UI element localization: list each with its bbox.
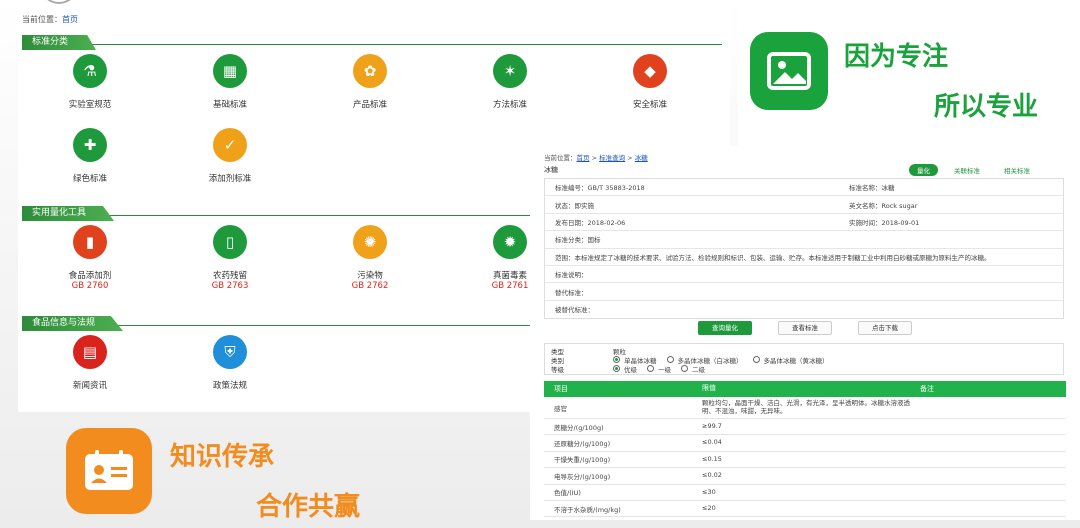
tab-linked-standards[interactable]: 关联标准 xyxy=(946,164,988,176)
tab-quantify[interactable]: 量化 xyxy=(909,164,938,176)
grade-radio-first[interactable]: 一级 xyxy=(647,364,671,374)
bottle-icon: ▮ xyxy=(73,225,107,259)
category-radio-yellow[interactable]: 多晶体冰糖（黄冰糖） xyxy=(752,355,829,365)
tool-item-pesticide[interactable]: ▯ 农药残留 GB 2763 xyxy=(170,225,290,291)
category-item-product[interactable]: ✿ 产品标准 xyxy=(310,54,430,110)
id-card-icon xyxy=(66,428,152,514)
category-item-safety[interactable]: ◆ 安全标准 xyxy=(590,54,710,110)
table-row: 干燥失重/(g/100g) ≤0.15 xyxy=(544,452,1066,469)
standard-scope: 本标准规定了冰糖的技术要求、试验方法、检验规则和标识、包装、运输、贮存。本标准适… xyxy=(574,253,991,262)
product-icon: ✿ xyxy=(353,54,387,88)
table-row: 不溶于水杂质/(mg/kg) ≤20 xyxy=(544,501,1066,518)
publish-date: 2018-02-06 xyxy=(587,218,626,227)
implement-date: 2018-09-01 xyxy=(881,218,920,227)
flask-icon: ⚗ xyxy=(73,54,107,88)
promo-slogan-2: 所以专业 xyxy=(934,92,1039,122)
logo-fragment xyxy=(40,0,78,4)
breadcrumb-current[interactable]: 冰糖 xyxy=(635,154,648,162)
category-item-green[interactable]: ✚ 绿色标准 xyxy=(30,128,150,184)
info-row: 标准分类： 国标 xyxy=(545,231,1063,249)
standard-name: 冰糖 xyxy=(881,184,895,193)
tool-item-pollutant[interactable]: ✺ 污染物 GB 2762 xyxy=(310,225,430,291)
table-header: 项目 限值 备注 xyxy=(544,381,1066,397)
tool-item-additive[interactable]: ▮ 食品添加剂 GB 2760 xyxy=(30,225,150,291)
standard-detail-panel: 当前位置：首页 > 标准查询 > 冰糖 冰糖 量化 关联标准 相关标准 标准编号… xyxy=(530,146,1080,520)
picture-icon xyxy=(750,32,828,110)
detail-title: 冰糖 xyxy=(544,166,558,174)
action-buttons: 查询量化 查看标准 点击下载 xyxy=(530,321,1080,335)
shield-icon: ◆ xyxy=(633,54,667,88)
standard-status: 即实施 xyxy=(574,201,595,210)
promo-top-right: 因为专注 所以专业 xyxy=(738,10,1080,146)
grade-radio-premium[interactable]: 优级 xyxy=(613,364,637,374)
info-row: 状态：即实施 英文名称：Rock sugar xyxy=(545,196,1063,214)
breadcrumb-search[interactable]: 标准查询 xyxy=(599,154,625,162)
view-standard-button[interactable]: 查看标准 xyxy=(778,321,832,335)
promo-slogan-3: 知识传承 xyxy=(170,442,275,472)
reg-item-law[interactable]: ⛨ 政策法规 xyxy=(170,335,290,391)
table-row: 蔗糖分/(g/100g) ≥99.7 xyxy=(544,419,1066,436)
reg-item-news[interactable]: ▤ 新闻资讯 xyxy=(30,335,150,391)
table-row: 还原糖分/(g/100g) ≤0.04 xyxy=(544,435,1066,452)
info-row: 替代标准： xyxy=(545,283,1063,301)
pollutant-icon: ✺ xyxy=(353,225,387,259)
info-row: 范围： 本标准规定了冰糖的技术要求、试验方法、检验规则和标识、包装、运输、贮存。本… xyxy=(545,249,1063,266)
table-row: 感官 颗粒均匀，晶面干燥、洁白、光滑，有光泽，呈半透明体。冰糖水溶液透明、不混浊… xyxy=(544,397,1066,419)
fungus-icon: ✹ xyxy=(493,225,527,259)
english-name: Rock sugar xyxy=(881,201,918,210)
network-icon: ✶ xyxy=(493,54,527,88)
table-row: 色值/(IU) ≤30 xyxy=(544,485,1066,501)
tab-related-standards[interactable]: 相关标准 xyxy=(996,164,1038,176)
breadcrumb-home[interactable]: 首页 xyxy=(577,154,590,162)
standard-number: GB/T 35883-2018 xyxy=(587,184,645,193)
promo-slogan-4: 合作共赢 xyxy=(256,492,361,522)
spoon-icon: ✓ xyxy=(213,128,247,162)
info-row: 被替代标准： xyxy=(555,306,594,315)
category-item-method[interactable]: ✶ 方法标准 xyxy=(450,54,570,110)
detail-tabs: 量化 关联标准 相关标准 xyxy=(909,164,1038,176)
standard-info-table: 标准编号：GB/T 35883-2018 标准名称：冰糖 状态：即实施 英文名称… xyxy=(544,178,1064,320)
breadcrumb: 当前位置：首页 xyxy=(22,15,78,24)
grade-radio-second[interactable]: 二级 xyxy=(681,364,705,374)
section-header-categories: 标准分类 xyxy=(22,29,722,50)
grid-icon: ▦ xyxy=(213,54,247,88)
info-row: 标准说明： xyxy=(545,266,1063,284)
breadcrumb-home-link[interactable]: 首页 xyxy=(62,15,78,24)
filter-box: 类型 颗粒 类别 单晶体冰糖 多晶体冰糖（白冰糖） 多晶体冰糖（黄冰糖） 等级 优… xyxy=(544,343,1064,375)
standard-class: 国标 xyxy=(587,236,601,245)
pesticide-icon: ▯ xyxy=(213,225,247,259)
law-icon: ⛨ xyxy=(213,335,247,369)
news-icon: ▤ xyxy=(73,335,107,369)
category-item-lab[interactable]: ⚗ 实验室规范 xyxy=(30,54,150,110)
info-row: 标准编号：GB/T 35883-2018 标准名称：冰糖 xyxy=(545,179,1063,197)
medkit-icon: ✚ xyxy=(73,128,107,162)
table-row: 电导灰分/(g/100g) ≤0.02 xyxy=(544,468,1066,485)
category-item-basic[interactable]: ▦ 基础标准 xyxy=(170,54,290,110)
promo-slogan-1: 因为专注 xyxy=(844,42,949,72)
detail-breadcrumb: 当前位置：首页 > 标准查询 > 冰糖 xyxy=(544,154,648,162)
info-row: 发布日期：2018-02-06 实施时间：2018-09-01 xyxy=(545,214,1063,232)
query-quantify-button[interactable]: 查询量化 xyxy=(698,321,752,335)
category-item-additive[interactable]: ✓ 添加剂标准 xyxy=(170,128,290,184)
download-button[interactable]: 点击下载 xyxy=(858,321,912,335)
limits-table: 项目 限值 备注 感官 颗粒均匀，晶面干燥、洁白、光滑，有光泽，呈半透明体。冰糖… xyxy=(544,381,1066,518)
